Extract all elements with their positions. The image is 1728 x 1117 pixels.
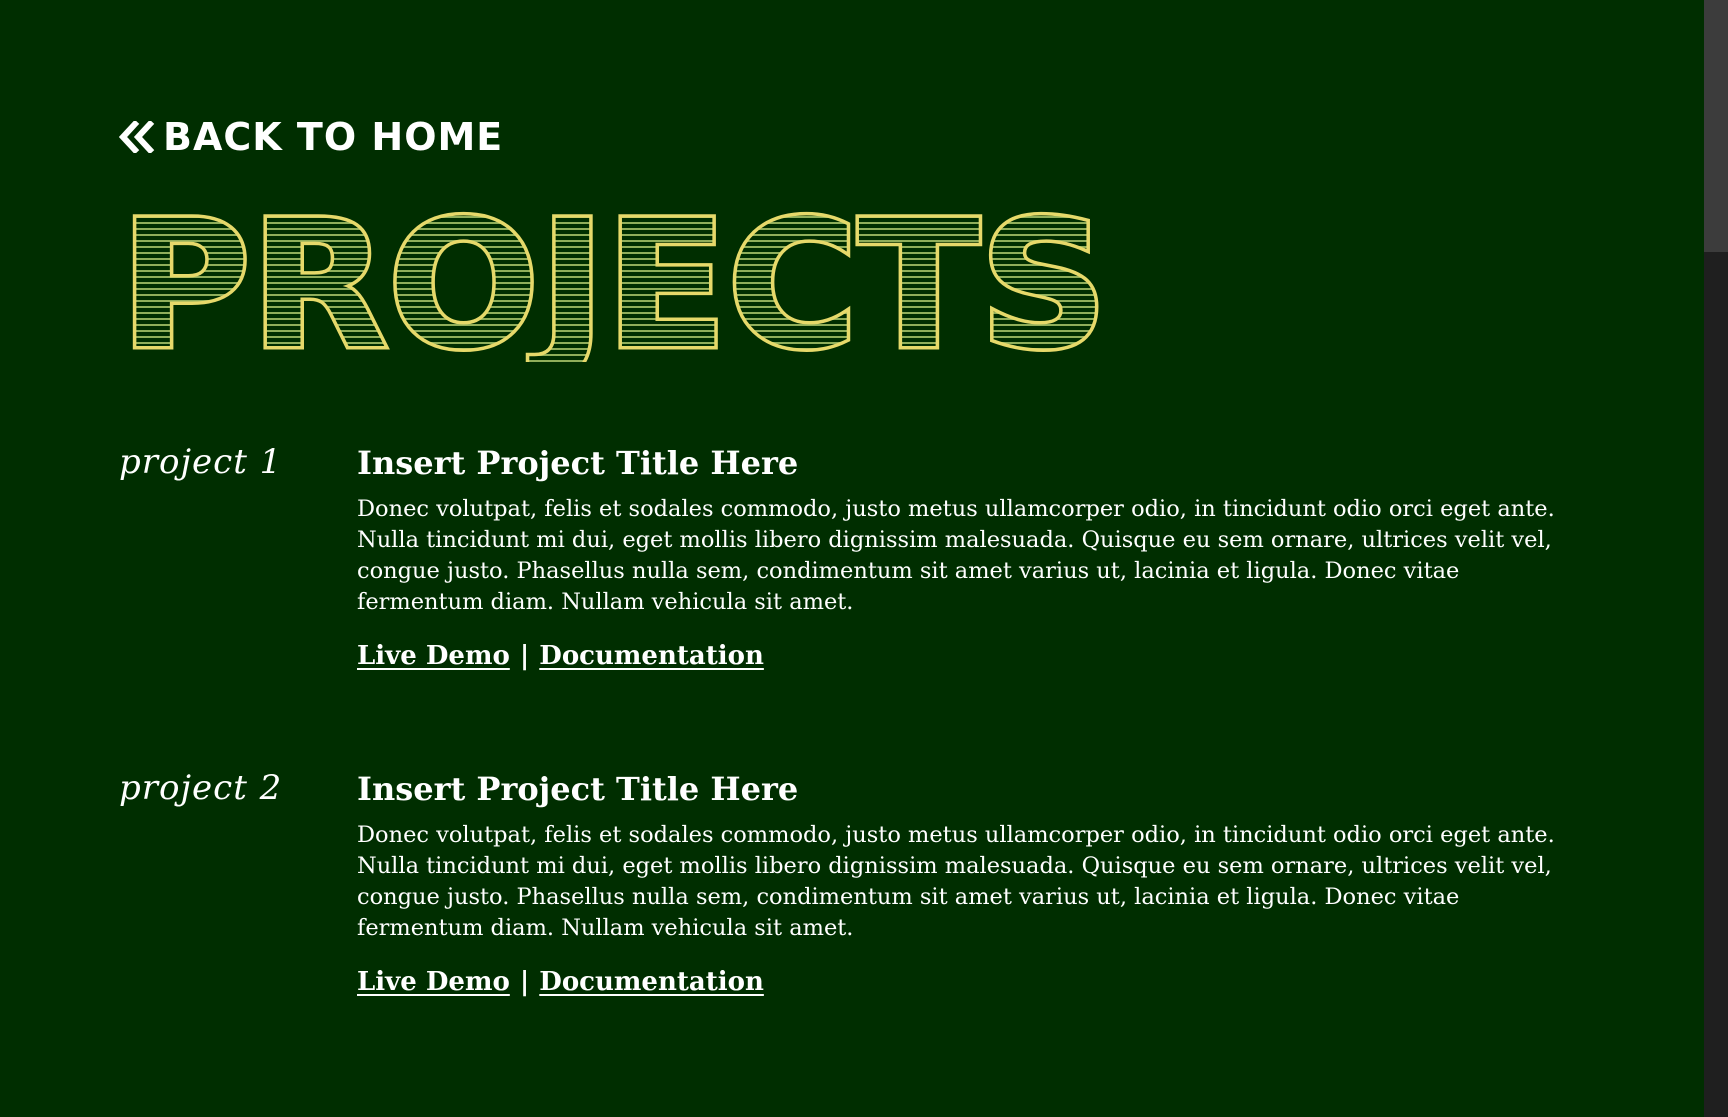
project-description: Donec volutpat, felis et sodales commodo… [357, 822, 1555, 941]
project-title: Insert Project Title Here [357, 770, 799, 808]
live-demo-link[interactable]: Live Demo [357, 967, 510, 997]
project-body: Insert Project Title Here Donec volutpat… [357, 442, 1567, 672]
project-body: Insert Project Title Here Donec volutpat… [357, 768, 1567, 998]
live-demo-link[interactable]: Live Demo [357, 641, 510, 671]
project-links: Live Demo | Documentation [357, 640, 1567, 672]
scrollbar[interactable] [1704, 0, 1728, 1117]
link-separator: | [519, 967, 530, 997]
back-to-home-link[interactable]: BACK TO HOME [119, 118, 503, 156]
project-title: Insert Project Title Here [357, 444, 799, 482]
project-description: Donec volutpat, felis et sodales commodo… [357, 496, 1555, 615]
double-chevron-left-icon [119, 121, 155, 153]
page: BACK TO HOME PROJECTS project 1 Insert P… [0, 0, 1704, 1117]
page-title-text: PROJECTS [120, 192, 1108, 362]
project-number: project 1 [119, 442, 283, 482]
project-number: project 2 [119, 768, 283, 808]
documentation-link[interactable]: Documentation [539, 641, 764, 671]
link-separator: | [519, 641, 530, 671]
documentation-link[interactable]: Documentation [539, 967, 764, 997]
back-to-home-label: BACK TO HOME [163, 115, 504, 159]
page-title: PROJECTS [117, 180, 1120, 392]
project-links: Live Demo | Documentation [357, 966, 1567, 998]
page-title-graphic: PROJECTS [117, 180, 1112, 392]
scrollbar-thumb[interactable] [1704, 0, 1728, 252]
